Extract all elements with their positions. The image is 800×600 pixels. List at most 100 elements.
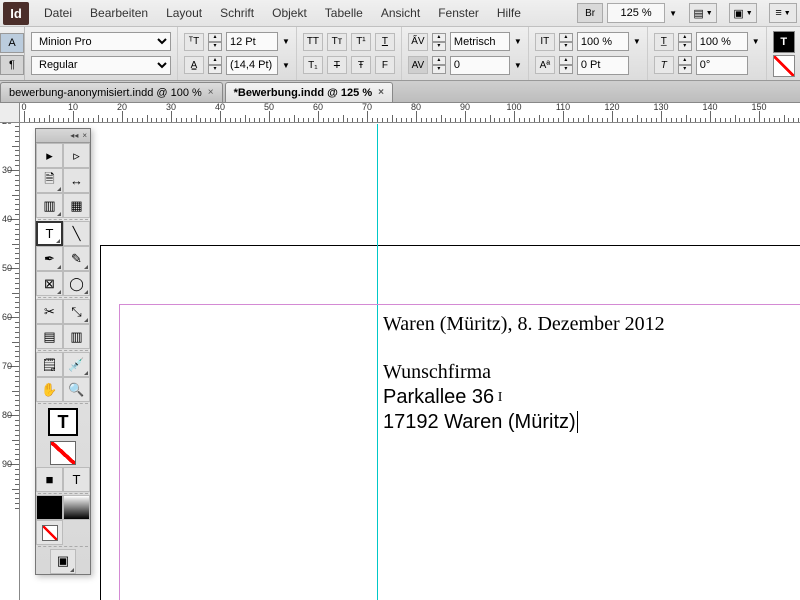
skew-stepper[interactable]: ▴▾ bbox=[678, 56, 692, 74]
page-margin bbox=[119, 304, 800, 600]
tools-panel[interactable]: ◂◂× ▸ ▹ 🗎 ↔ ▥ ▦ T ╲ ✒ ✎ ⊠ ◯ ✂ ⤡ ▤ ▥ 🗒 💉 … bbox=[35, 128, 91, 575]
skew-icon: T bbox=[654, 56, 674, 74]
text-caret bbox=[577, 411, 578, 433]
menu-datei[interactable]: Datei bbox=[35, 2, 81, 24]
menu-hilfe[interactable]: Hilfe bbox=[488, 2, 530, 24]
tools-panel-titlebar[interactable]: ◂◂ × bbox=[36, 129, 90, 143]
scissors-tool[interactable]: ✂ bbox=[36, 299, 63, 324]
collapse-icon[interactable]: ◂◂ bbox=[70, 131, 78, 140]
baseline-shift-icon: Aª bbox=[535, 56, 555, 74]
document-tab[interactable]: bewerbung-anonymisiert.indd @ 100 %× bbox=[0, 82, 223, 102]
document-page: Waren (Müritz), 8. Dezember 2012 Wunschf… bbox=[100, 245, 800, 600]
font-family-dropdown[interactable]: Minion Pro bbox=[31, 32, 171, 51]
menu-layout[interactable]: Layout bbox=[157, 2, 211, 24]
fill-stroke-swatch[interactable]: T bbox=[36, 405, 90, 439]
apply-text-icon[interactable]: T bbox=[63, 467, 90, 492]
document-tab[interactable]: *Bewerbung.indd @ 125 %× bbox=[225, 82, 393, 102]
bridge-button[interactable]: Br bbox=[577, 3, 603, 23]
vscale-input[interactable] bbox=[577, 32, 629, 51]
underline-icon[interactable]: T bbox=[375, 33, 395, 51]
content-collector-tool[interactable]: ▥ bbox=[36, 193, 63, 218]
date-location-text[interactable]: Waren (Müritz), 8. Dezember 2012 bbox=[383, 312, 665, 337]
superscript-icon[interactable]: T¹ bbox=[351, 33, 371, 51]
note-tool[interactable]: 🗒 bbox=[36, 352, 63, 377]
tracking-input[interactable] bbox=[450, 56, 510, 75]
gradient-feather-tool[interactable]: ▥ bbox=[63, 324, 90, 349]
menu-fenster[interactable]: Fenster bbox=[429, 2, 488, 24]
ellipse-tool[interactable]: ◯ bbox=[63, 271, 90, 296]
direct-selection-tool[interactable]: ▹ bbox=[63, 143, 90, 168]
canvas[interactable]: Waren (Müritz), 8. Dezember 2012 Wunschf… bbox=[20, 123, 800, 600]
vertical-ruler[interactable]: 0102030405060708090 bbox=[0, 123, 20, 600]
font-size-input[interactable] bbox=[226, 32, 278, 51]
line-tool[interactable]: ╲ bbox=[63, 221, 90, 246]
allcaps-icon[interactable]: TT bbox=[303, 33, 323, 51]
paragraph-formatting-mode-icon[interactable]: ¶ bbox=[0, 55, 24, 75]
hscale-stepper[interactable]: ▴▾ bbox=[678, 33, 692, 51]
hand-tool[interactable]: ✋ bbox=[36, 377, 63, 402]
selection-tool[interactable]: ▸ bbox=[36, 143, 63, 168]
smallcaps-icon[interactable]: Tᴛ bbox=[327, 33, 347, 51]
ligatures-icon[interactable]: Ŧ bbox=[351, 56, 371, 74]
leading-icon: A͇ bbox=[184, 56, 204, 74]
skew-input[interactable] bbox=[696, 56, 748, 75]
menu-tabelle[interactable]: Tabelle bbox=[316, 2, 372, 24]
font-size-stepper[interactable]: ▴▾ bbox=[208, 33, 222, 51]
kerning-stepper[interactable]: ▴▾ bbox=[432, 33, 446, 51]
pencil-tool[interactable]: ✎ bbox=[63, 246, 90, 271]
arrange-documents-icon[interactable]: ≡▼ bbox=[769, 3, 797, 23]
pen-tool[interactable]: ✒ bbox=[36, 246, 63, 271]
apply-gradient-icon[interactable] bbox=[63, 495, 90, 520]
horizontal-scale-icon: T̲ bbox=[654, 33, 674, 51]
menu-bearbeiten[interactable]: Bearbeiten bbox=[81, 2, 157, 24]
zoom-tool[interactable]: 🔍 bbox=[63, 377, 90, 402]
gap-tool[interactable]: ↔ bbox=[63, 168, 90, 193]
menu-ansicht[interactable]: Ansicht bbox=[372, 2, 429, 24]
kerning-icon: A̋V bbox=[408, 33, 428, 51]
rectangle-frame-tool[interactable]: ⊠ bbox=[36, 271, 63, 296]
formatting-text-indicator[interactable]: T bbox=[48, 408, 78, 436]
normal-view-mode[interactable]: ▣ bbox=[50, 549, 76, 574]
subscript-icon[interactable]: T₁ bbox=[303, 56, 323, 74]
horizontal-ruler[interactable]: 0102030405060708090100110120130140150 bbox=[20, 103, 800, 123]
baseline-input[interactable] bbox=[577, 56, 629, 75]
leading-input[interactable] bbox=[226, 56, 278, 75]
vscale-stepper[interactable]: ▴▾ bbox=[559, 33, 573, 51]
zoom-level[interactable]: 125 % bbox=[607, 3, 665, 23]
view-options-icon[interactable]: ▤▼ bbox=[689, 3, 717, 23]
no-break-icon[interactable]: F bbox=[375, 56, 395, 74]
strikethrough-icon[interactable]: T bbox=[327, 56, 347, 74]
baseline-stepper[interactable]: ▴▾ bbox=[559, 56, 573, 74]
city-text[interactable]: 17192 Waren (Müritz) bbox=[383, 410, 578, 435]
street-text[interactable]: Parkallee 36 I bbox=[383, 385, 502, 410]
screen-mode-icon[interactable]: ▣▼ bbox=[729, 3, 757, 23]
free-transform-tool[interactable]: ⤡ bbox=[63, 299, 90, 324]
tab-close-icon[interactable]: × bbox=[208, 87, 214, 98]
type-tool[interactable]: T bbox=[36, 221, 63, 246]
leading-stepper[interactable]: ▴▾ bbox=[208, 56, 222, 74]
eyedropper-tool[interactable]: 💉 bbox=[63, 352, 90, 377]
fill-text-icon[interactable]: T bbox=[773, 31, 795, 53]
company-text[interactable]: Wunschfirma bbox=[383, 360, 491, 385]
stroke-none-icon[interactable] bbox=[773, 55, 795, 77]
page-tool[interactable]: 🗎 bbox=[36, 168, 63, 193]
font-size-icon: ᵀT bbox=[184, 33, 204, 51]
tracking-icon: AV bbox=[408, 56, 428, 74]
hscale-input[interactable] bbox=[696, 32, 748, 51]
ruler-origin[interactable] bbox=[0, 103, 20, 123]
menu-objekt[interactable]: Objekt bbox=[263, 2, 316, 24]
default-fill-none-icon[interactable] bbox=[50, 441, 76, 465]
character-formatting-mode-icon[interactable]: A bbox=[0, 33, 24, 53]
menu-bar: Id DateiBearbeitenLayoutSchriftObjektTab… bbox=[0, 0, 800, 27]
kerning-input[interactable] bbox=[450, 32, 510, 51]
apply-color-icon[interactable]: ■ bbox=[36, 467, 63, 492]
tab-close-icon[interactable]: × bbox=[378, 87, 384, 98]
tracking-stepper[interactable]: ▴▾ bbox=[432, 56, 446, 74]
content-placer-tool[interactable]: ▦ bbox=[63, 193, 90, 218]
apply-none-icon[interactable] bbox=[36, 520, 63, 545]
apply-black-icon[interactable] bbox=[36, 495, 63, 520]
font-style-dropdown[interactable]: Regular bbox=[31, 56, 171, 75]
gradient-swatch-tool[interactable]: ▤ bbox=[36, 324, 63, 349]
close-icon[interactable]: × bbox=[82, 131, 87, 140]
menu-schrift[interactable]: Schrift bbox=[211, 2, 263, 24]
